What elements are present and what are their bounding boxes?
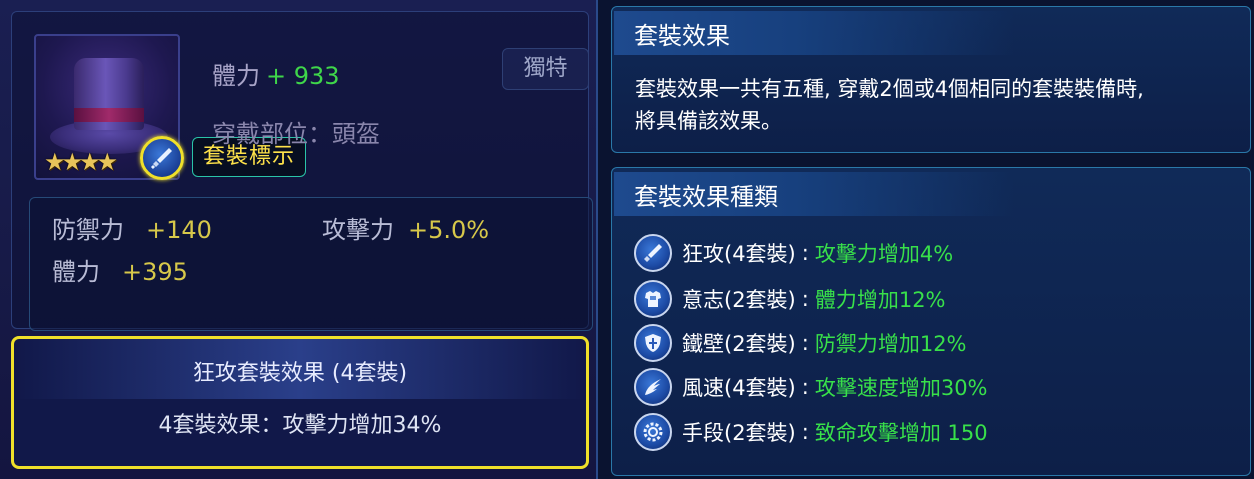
colon: : — [801, 331, 809, 355]
colon: : — [801, 375, 809, 399]
main-stat-label: 體力 — [212, 62, 260, 90]
set-type-name: 手段(2套裝) — [682, 421, 796, 445]
bonus-label: 防禦力 — [52, 216, 124, 244]
bonus-stat-hp: 體力 +395 — [52, 252, 188, 287]
item-card: ★★★★ 套裝標示 體力 + 933 穿戴部位：頭盔 獨特 防禦力 +140 攻擊力… — [11, 11, 593, 331]
bonus-value: +5.0% — [408, 216, 490, 244]
set-type-name: 意志(2套裝) — [682, 288, 796, 312]
set-effect-title: 狂攻套裝效果 (4套裝) — [192, 361, 408, 386]
set-effect-info-box: 套裝效果 套裝效果一共有五種, 穿戴2個或4個相同的套裝裝備時, 將具備該效果。 — [611, 6, 1251, 153]
set-type-effect: 攻擊速度增加30% — [814, 376, 988, 400]
colon: : — [801, 420, 809, 444]
equip-slot: 穿戴部位：頭盔 — [212, 120, 380, 148]
sword-icon — [634, 234, 672, 272]
gear-icon — [634, 413, 672, 451]
types-title: 套裝效果種類 — [634, 183, 778, 211]
set-type-effect: 攻擊力增加4% — [814, 242, 954, 266]
set-types-box: 套裝效果種類 狂攻(4套裝): 攻擊力增加4% 意志(2套裝): 體力增加12% 鐵… — [611, 167, 1251, 476]
info-title: 套裝效果 — [634, 22, 730, 50]
set-type-row: 狂攻(4套裝): 攻擊力增加4% — [634, 233, 953, 273]
set-type-effect: 體力增加12% — [814, 288, 946, 312]
bonus-value: +140 — [146, 216, 212, 244]
colon: : — [801, 287, 809, 311]
set-type-effect: 防禦力增加12% — [814, 332, 967, 356]
set-sword-icon[interactable] — [140, 136, 184, 180]
main-stat-value: + 933 — [266, 62, 340, 90]
set-type-row: 風速(4套裝): 攻擊速度增加30% — [634, 367, 988, 407]
bonus-value: +395 — [122, 258, 188, 286]
set-type-name: 鐵壁(2套裝) — [682, 332, 796, 356]
set-type-name: 狂攻(4套裝) — [682, 242, 796, 266]
active-set-effect-box: 狂攻套裝效果 (4套裝) 4套裝效果：攻擊力增加34% — [11, 336, 589, 469]
wing-icon — [634, 368, 672, 406]
main-stat: 體力 + 933 — [212, 56, 340, 91]
bonus-stats-box: 防禦力 +140 攻擊力 +5.0% 體力 +395 — [29, 197, 593, 331]
set-type-row: 意志(2套裝): 體力增加12% — [634, 279, 946, 319]
set-type-row: 鐵壁(2套裝): 防禦力增加12% — [634, 323, 967, 363]
armor-icon — [634, 280, 672, 318]
bonus-label: 攻擊力 — [322, 216, 394, 244]
set-effect-description: 4套裝效果：攻擊力增加34% — [158, 413, 442, 438]
bonus-stat-attack: 攻擊力 +5.0% — [322, 210, 489, 245]
colon: : — [801, 241, 809, 265]
info-text: 套裝效果一共有五種, 穿戴2個或4個相同的套裝裝備時, 將具備該效果。 — [635, 73, 1235, 137]
info-line-2: 將具備該效果。 — [635, 109, 782, 133]
bonus-label: 體力 — [52, 258, 100, 286]
item-detail-panel: ★★★★ 套裝標示 體力 + 933 穿戴部位：頭盔 獨特 防禦力 +140 攻擊力… — [0, 0, 598, 479]
bonus-stat-defense: 防禦力 +140 — [52, 210, 212, 245]
set-type-name: 風速(4套裝) — [682, 376, 796, 400]
shield-icon — [634, 324, 672, 362]
set-type-effect: 致命攻擊增加 150 — [814, 421, 988, 445]
hat-band — [74, 108, 144, 122]
unique-badge: 獨特 — [502, 48, 589, 90]
set-type-row: 手段(2套裝): 致命攻擊增加 150 — [634, 412, 988, 452]
star-rating: ★★★★ — [44, 148, 118, 176]
info-line-1: 套裝效果一共有五種, 穿戴2個或4個相同的套裝裝備時, — [635, 77, 1144, 101]
